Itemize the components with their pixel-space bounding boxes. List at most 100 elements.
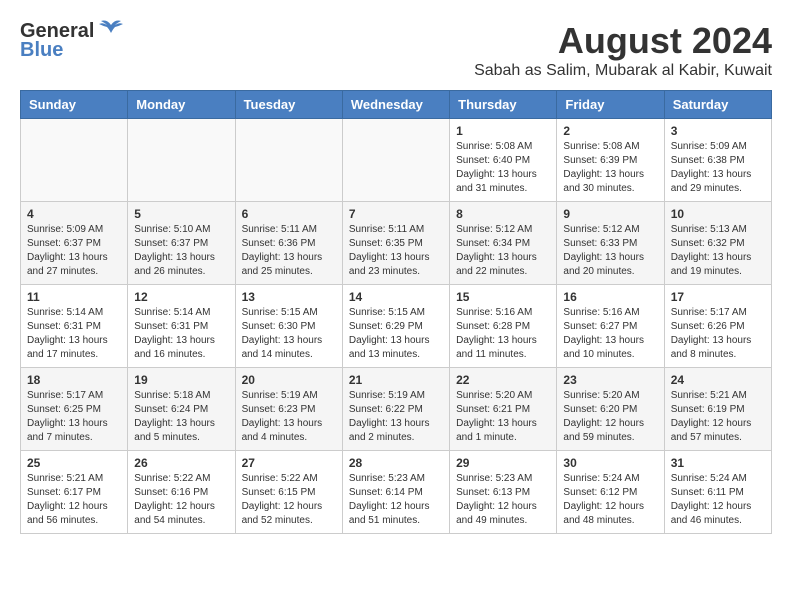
day-number: 2 bbox=[563, 124, 657, 138]
day-number: 11 bbox=[27, 290, 121, 304]
day-number: 17 bbox=[671, 290, 765, 304]
day-number: 22 bbox=[456, 373, 550, 387]
weekday-header-row: SundayMondayTuesdayWednesdayThursdayFrid… bbox=[21, 91, 772, 119]
calendar-cell: 26Sunrise: 5:22 AM Sunset: 6:16 PM Dayli… bbox=[128, 451, 235, 534]
day-info: Sunrise: 5:22 AM Sunset: 6:16 PM Dayligh… bbox=[134, 472, 228, 528]
day-number: 16 bbox=[563, 290, 657, 304]
calendar-cell: 27 Sunrise: 5:22 AM Sunset: 6:15 PM Dayli… bbox=[235, 451, 342, 534]
calendar-cell: 20 Sunrise: 5:19 AM Sunset: 6:23 PM Dayli… bbox=[235, 368, 342, 451]
weekday-header: Tuesday bbox=[235, 91, 342, 119]
day-number: 6 bbox=[242, 207, 336, 221]
logo: General Blue bbox=[20, 20, 125, 62]
weekday-header: Saturday bbox=[664, 91, 771, 119]
day-number: 3 bbox=[671, 124, 765, 138]
day-info: Sunrise: 5:14 AM Sunset: 6:31 PM Dayligh… bbox=[27, 306, 121, 362]
day-info: Sunrise: 5:24 AM Sunset: 6:12 PM Dayligh… bbox=[563, 472, 657, 528]
calendar-cell: 22 Sunrise: 5:20 AM Sunset: 6:21 PM Dayli… bbox=[450, 368, 557, 451]
calendar-cell: 9 Sunrise: 5:12 AM Sunset: 6:33 PM Daylig… bbox=[557, 202, 664, 285]
day-info: Sunrise: 5:20 AM Sunset: 6:21 PM Dayligh… bbox=[456, 389, 550, 445]
calendar-cell bbox=[21, 119, 128, 202]
day-number: 15 bbox=[456, 290, 550, 304]
day-number: 8 bbox=[456, 207, 550, 221]
day-number: 20 bbox=[242, 373, 336, 387]
day-number: 7 bbox=[349, 207, 443, 221]
day-number: 19 bbox=[134, 373, 228, 387]
day-info: Sunrise: 5:23 AM Sunset: 6:14 PM Dayligh… bbox=[349, 472, 443, 528]
day-info: Sunrise: 5:18 AM Sunset: 6:24 PM Dayligh… bbox=[134, 389, 228, 445]
day-number: 13 bbox=[242, 290, 336, 304]
calendar-cell: 12 Sunrise: 5:14 AM Sunset: 6:31 PM Dayli… bbox=[128, 285, 235, 368]
day-number: 10 bbox=[671, 207, 765, 221]
day-number: 28 bbox=[349, 456, 443, 470]
day-info: Sunrise: 5:19 AM Sunset: 6:22 PM Dayligh… bbox=[349, 389, 443, 445]
weekday-header: Wednesday bbox=[342, 91, 449, 119]
month-title: August 2024 bbox=[474, 20, 772, 62]
subtitle: Sabah as Salim, Mubarak al Kabir, Kuwait bbox=[474, 62, 772, 80]
calendar-cell: 19 Sunrise: 5:18 AM Sunset: 6:24 PM Dayli… bbox=[128, 368, 235, 451]
week-row: 25Sunrise: 5:21 AM Sunset: 6:17 PM Dayli… bbox=[21, 451, 772, 534]
day-info: Sunrise: 5:09 AM Sunset: 6:38 PM Dayligh… bbox=[671, 140, 765, 196]
calendar-cell bbox=[342, 119, 449, 202]
day-info: Sunrise: 5:15 AM Sunset: 6:29 PM Dayligh… bbox=[349, 306, 443, 362]
day-number: 14 bbox=[349, 290, 443, 304]
day-number: 9 bbox=[563, 207, 657, 221]
calendar-cell: 15 Sunrise: 5:16 AM Sunset: 6:28 PM Dayli… bbox=[450, 285, 557, 368]
day-number: 18 bbox=[27, 373, 121, 387]
calendar-cell: 3 Sunrise: 5:09 AM Sunset: 6:38 PM Daylig… bbox=[664, 119, 771, 202]
day-info: Sunrise: 5:19 AM Sunset: 6:23 PM Dayligh… bbox=[242, 389, 336, 445]
title-area: August 2024 Sabah as Salim, Mubarak al K… bbox=[474, 20, 772, 80]
day-info: Sunrise: 5:11 AM Sunset: 6:35 PM Dayligh… bbox=[349, 223, 443, 279]
weekday-header: Sunday bbox=[21, 91, 128, 119]
day-number: 27 bbox=[242, 456, 336, 470]
day-number: 23 bbox=[563, 373, 657, 387]
day-number: 24 bbox=[671, 373, 765, 387]
calendar-cell: 4Sunrise: 5:09 AM Sunset: 6:37 PM Daylig… bbox=[21, 202, 128, 285]
day-info: Sunrise: 5:13 AM Sunset: 6:32 PM Dayligh… bbox=[671, 223, 765, 279]
day-info: Sunrise: 5:23 AM Sunset: 6:13 PM Dayligh… bbox=[456, 472, 550, 528]
calendar: SundayMondayTuesdayWednesdayThursdayFrid… bbox=[20, 90, 772, 534]
day-info: Sunrise: 5:17 AM Sunset: 6:26 PM Dayligh… bbox=[671, 306, 765, 362]
calendar-cell: 1 Sunrise: 5:08 AM Sunset: 6:40 PM Daylig… bbox=[450, 119, 557, 202]
calendar-cell: 10 Sunrise: 5:13 AM Sunset: 6:32 PM Dayli… bbox=[664, 202, 771, 285]
calendar-cell: 16Sunrise: 5:16 AM Sunset: 6:27 PM Dayli… bbox=[557, 285, 664, 368]
day-info: Sunrise: 5:16 AM Sunset: 6:28 PM Dayligh… bbox=[456, 306, 550, 362]
calendar-cell: 17 Sunrise: 5:17 AM Sunset: 6:26 PM Dayli… bbox=[664, 285, 771, 368]
calendar-cell: 5 Sunrise: 5:10 AM Sunset: 6:37 PM Daylig… bbox=[128, 202, 235, 285]
calendar-cell: 11 Sunrise: 5:14 AM Sunset: 6:31 PM Dayli… bbox=[21, 285, 128, 368]
day-info: Sunrise: 5:22 AM Sunset: 6:15 PM Dayligh… bbox=[242, 472, 336, 528]
day-info: Sunrise: 5:17 AM Sunset: 6:25 PM Dayligh… bbox=[27, 389, 121, 445]
calendar-cell: 21Sunrise: 5:19 AM Sunset: 6:22 PM Dayli… bbox=[342, 368, 449, 451]
weekday-header: Thursday bbox=[450, 91, 557, 119]
day-number: 4 bbox=[27, 207, 121, 221]
day-number: 1 bbox=[456, 124, 550, 138]
calendar-cell: 6Sunrise: 5:11 AM Sunset: 6:36 PM Daylig… bbox=[235, 202, 342, 285]
week-row: 1 Sunrise: 5:08 AM Sunset: 6:40 PM Daylig… bbox=[21, 119, 772, 202]
week-row: 11 Sunrise: 5:14 AM Sunset: 6:31 PM Dayli… bbox=[21, 285, 772, 368]
day-info: Sunrise: 5:12 AM Sunset: 6:34 PM Dayligh… bbox=[456, 223, 550, 279]
calendar-cell: 2Sunrise: 5:08 AM Sunset: 6:39 PM Daylig… bbox=[557, 119, 664, 202]
weekday-header: Friday bbox=[557, 91, 664, 119]
calendar-cell: 29 Sunrise: 5:23 AM Sunset: 6:13 PM Dayli… bbox=[450, 451, 557, 534]
day-number: 12 bbox=[134, 290, 228, 304]
day-info: Sunrise: 5:15 AM Sunset: 6:30 PM Dayligh… bbox=[242, 306, 336, 362]
calendar-cell: 31 Sunrise: 5:24 AM Sunset: 6:11 PM Dayli… bbox=[664, 451, 771, 534]
day-number: 5 bbox=[134, 207, 228, 221]
day-number: 31 bbox=[671, 456, 765, 470]
calendar-cell: 25Sunrise: 5:21 AM Sunset: 6:17 PM Dayli… bbox=[21, 451, 128, 534]
day-info: Sunrise: 5:24 AM Sunset: 6:11 PM Dayligh… bbox=[671, 472, 765, 528]
weekday-header: Monday bbox=[128, 91, 235, 119]
day-number: 30 bbox=[563, 456, 657, 470]
day-info: Sunrise: 5:10 AM Sunset: 6:37 PM Dayligh… bbox=[134, 223, 228, 279]
day-number: 29 bbox=[456, 456, 550, 470]
day-info: Sunrise: 5:12 AM Sunset: 6:33 PM Dayligh… bbox=[563, 223, 657, 279]
calendar-cell: 24 Sunrise: 5:21 AM Sunset: 6:19 PM Dayli… bbox=[664, 368, 771, 451]
day-info: Sunrise: 5:08 AM Sunset: 6:40 PM Dayligh… bbox=[456, 140, 550, 196]
calendar-cell: 18 Sunrise: 5:17 AM Sunset: 6:25 PM Dayli… bbox=[21, 368, 128, 451]
calendar-cell: 7 Sunrise: 5:11 AM Sunset: 6:35 PM Daylig… bbox=[342, 202, 449, 285]
header: General Blue August 2024 Sabah as Salim,… bbox=[20, 20, 772, 80]
calendar-cell bbox=[235, 119, 342, 202]
calendar-cell: 23Sunrise: 5:20 AM Sunset: 6:20 PM Dayli… bbox=[557, 368, 664, 451]
logo-bird-icon bbox=[97, 19, 125, 41]
day-info: Sunrise: 5:21 AM Sunset: 6:19 PM Dayligh… bbox=[671, 389, 765, 445]
day-info: Sunrise: 5:14 AM Sunset: 6:31 PM Dayligh… bbox=[134, 306, 228, 362]
